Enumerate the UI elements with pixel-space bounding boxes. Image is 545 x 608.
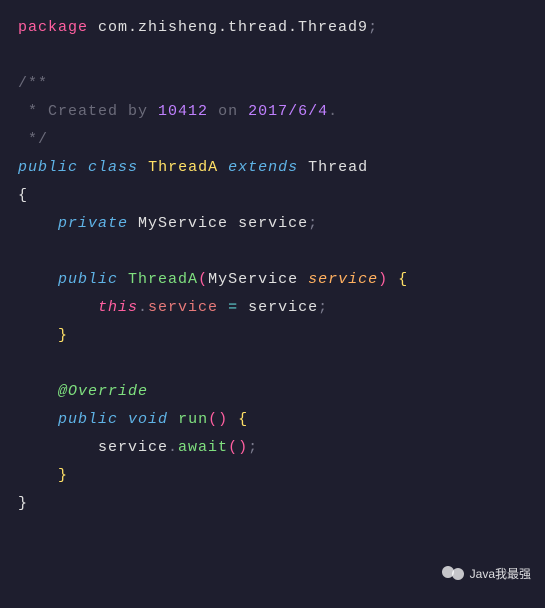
package-name: com.zhisheng.thread.Thread9 — [88, 19, 368, 36]
keyword-public3: public — [58, 411, 118, 428]
field-service: service — [148, 299, 218, 316]
doc-star: * — [18, 103, 38, 120]
wechat-icon — [442, 562, 464, 584]
keyword-this: this — [98, 299, 138, 316]
annotation-override: @Override — [58, 383, 148, 400]
keyword-private: private — [58, 215, 128, 232]
call-target: service — [98, 439, 168, 456]
field-decl: service — [238, 215, 308, 232]
assign-value: service — [248, 299, 318, 316]
watermark: Java我最强 — [442, 562, 531, 584]
keyword-public: public — [18, 159, 78, 176]
watermark-text: Java我最强 — [470, 565, 531, 582]
constructor: ThreadA — [128, 271, 198, 288]
keyword-void: void — [128, 411, 168, 428]
keyword-class: class — [88, 159, 138, 176]
doc-close: */ — [18, 131, 48, 148]
keyword-public2: public — [58, 271, 118, 288]
class-name: ThreadA — [148, 159, 218, 176]
doc-open: /** — [18, 75, 48, 92]
doc-text2: on — [208, 103, 248, 120]
type-myservice: MyService — [138, 215, 228, 232]
type-thread: Thread — [308, 159, 368, 176]
keyword-extends: extends — [228, 159, 298, 176]
param-name: service — [308, 271, 378, 288]
doc-number: 10412 — [158, 103, 208, 120]
method-run: run — [178, 411, 208, 428]
keyword-package: package — [18, 19, 88, 36]
doc-text: Created by — [38, 103, 158, 120]
method-await: await — [178, 439, 228, 456]
code-block: package com.zhisheng.thread.Thread9; /**… — [0, 0, 545, 518]
doc-date: 2017/6/4 — [248, 103, 328, 120]
param-type: MyService — [208, 271, 298, 288]
